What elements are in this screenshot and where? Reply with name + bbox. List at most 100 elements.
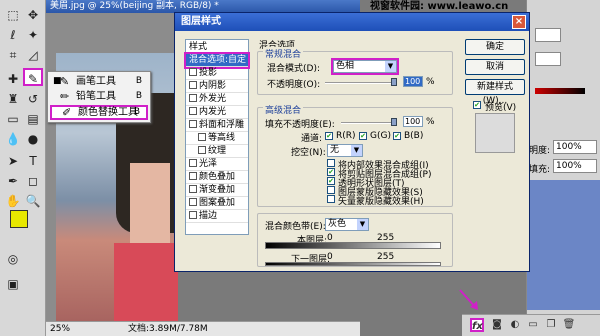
- add-mask-icon[interactable]: ◙: [490, 318, 504, 332]
- style-item-gradient-overlay[interactable]: 渐变叠加: [186, 184, 248, 197]
- dodge-tool-icon[interactable]: ●: [23, 130, 43, 148]
- crop-tool-icon[interactable]: ⌗: [3, 46, 23, 64]
- style-item-label: 颜色叠加: [199, 172, 236, 182]
- layer-opacity-field[interactable]: 100%: [553, 140, 597, 154]
- knockout-label: 挖空(N):: [291, 148, 326, 158]
- checkbox[interactable]: [189, 107, 197, 115]
- style-item-drop-shadow[interactable]: 投影: [186, 67, 248, 80]
- channel-r-checkbox[interactable]: ✔: [325, 132, 333, 140]
- style-item-outer-glow[interactable]: 外发光: [186, 93, 248, 106]
- style-item-inner-glow[interactable]: 内发光: [186, 106, 248, 119]
- style-preview-swatch: [475, 113, 515, 153]
- flyout-item-label: 铅笔工具: [76, 91, 116, 102]
- hand-tool-icon[interactable]: ✋: [3, 192, 23, 210]
- slider-knob[interactable]: [391, 118, 397, 126]
- color-ramp[interactable]: [535, 88, 585, 94]
- style-item-pattern-overlay[interactable]: 图案叠加: [186, 197, 248, 210]
- fill-opacity-input[interactable]: 100: [403, 116, 423, 127]
- checkbox[interactable]: [198, 133, 206, 141]
- brush-tool-icon[interactable]: ✎: [23, 68, 43, 86]
- zoom-level[interactable]: 25%: [50, 322, 70, 336]
- checkbox[interactable]: [189, 68, 197, 76]
- dialog-title[interactable]: 图层样式: [175, 13, 529, 31]
- underlying-layer-gradient[interactable]: [265, 262, 441, 266]
- new-style-button[interactable]: 新建样式(W)...: [465, 79, 525, 106]
- ok-button[interactable]: 确定: [465, 39, 525, 55]
- pen-tool-icon[interactable]: ✒: [3, 172, 23, 190]
- knockout-select[interactable]: 无 ▼: [327, 144, 363, 157]
- slice-tool-icon[interactable]: ◿: [23, 46, 43, 64]
- marquee-tool-icon[interactable]: ⬚: [3, 6, 23, 24]
- add-layer-style-icon[interactable]: fx: [470, 318, 484, 332]
- style-item-contour[interactable]: 等高线: [186, 132, 248, 145]
- document-title: 美眉.jpg @ 25%(beijing 副本, RGB/8) *: [50, 1, 219, 11]
- panel-field[interactable]: [535, 28, 561, 42]
- canvas-area[interactable]: [46, 13, 178, 321]
- style-item-inner-shadow[interactable]: 内阴影: [186, 80, 248, 93]
- option-checkbox[interactable]: ✔: [327, 168, 335, 176]
- channel-g-checkbox[interactable]: ✔: [359, 132, 367, 140]
- blend-if-label: 混合颜色带(E):: [265, 222, 326, 232]
- this-layer-gradient[interactable]: [265, 242, 441, 249]
- flyout-item-brush[interactable]: ■ ✎ 画笔工具 B: [50, 74, 148, 89]
- path-selection-tool-icon[interactable]: ➤: [3, 152, 23, 170]
- fill-opacity-slider[interactable]: [341, 118, 397, 126]
- blend-mode-select[interactable]: 色相 ▼: [331, 58, 399, 75]
- style-item-color-overlay[interactable]: 颜色叠加: [186, 171, 248, 184]
- opacity-input[interactable]: 100: [403, 76, 423, 87]
- opacity-slider[interactable]: [325, 78, 397, 86]
- quick-mask-icon[interactable]: ◎: [3, 250, 23, 268]
- style-item-satin[interactable]: 光泽: [186, 158, 248, 171]
- delete-layer-icon[interactable]: 🗑: [562, 318, 576, 332]
- channel-b-label: B(B): [404, 131, 424, 141]
- option-checkbox[interactable]: [327, 195, 335, 203]
- option-checkbox[interactable]: [327, 159, 335, 167]
- new-layer-icon[interactable]: ❐: [544, 318, 558, 332]
- slider-knob[interactable]: [391, 78, 397, 86]
- magic-wand-tool-icon[interactable]: ✦: [23, 26, 43, 44]
- type-tool-icon[interactable]: T: [23, 152, 43, 170]
- checkbox[interactable]: [189, 120, 197, 128]
- zoom-tool-icon[interactable]: 🔍: [23, 192, 43, 210]
- adjustment-layer-icon[interactable]: ◐: [508, 318, 522, 332]
- flyout-item-pencil[interactable]: ✏ 铅笔工具 B: [50, 89, 148, 104]
- checkbox[interactable]: [189, 211, 197, 219]
- style-item-blending-options[interactable]: 混合选项:自定: [184, 52, 250, 69]
- eraser-tool-icon[interactable]: ▭: [3, 110, 23, 128]
- option-checkbox[interactable]: ✔: [327, 177, 335, 185]
- checkbox[interactable]: [189, 172, 197, 180]
- channel-b-checkbox[interactable]: ✔: [393, 132, 401, 140]
- move-tool-icon[interactable]: ✥: [23, 6, 43, 24]
- screen-mode-icon[interactable]: ▣: [3, 275, 23, 293]
- style-item-texture[interactable]: 纹理: [186, 145, 248, 158]
- general-blending-title: 常规混合: [263, 47, 304, 60]
- checkbox[interactable]: [189, 159, 197, 167]
- checkbox[interactable]: [189, 81, 197, 89]
- layers-list[interactable]: [527, 180, 600, 310]
- clone-stamp-tool-icon[interactable]: ♜: [3, 90, 23, 108]
- style-item-bevel-emboss[interactable]: 斜面和浮雕: [186, 119, 248, 132]
- panel-field[interactable]: [535, 52, 561, 66]
- blend-if-select[interactable]: 灰色 ▼: [325, 218, 369, 231]
- lasso-tool-icon[interactable]: ℓ: [3, 26, 23, 44]
- flyout-item-color-replace[interactable]: ✐ 颜色替换工具 B: [50, 105, 148, 120]
- layer-fill-field[interactable]: 100%: [553, 159, 597, 173]
- option-checkbox[interactable]: [327, 186, 335, 194]
- close-icon[interactable]: ×: [512, 15, 526, 29]
- checkbox[interactable]: [189, 198, 197, 206]
- style-item-stroke[interactable]: 描边: [186, 210, 248, 223]
- checkbox[interactable]: [198, 146, 206, 154]
- checkbox[interactable]: [189, 94, 197, 102]
- styles-header[interactable]: 样式: [186, 40, 248, 54]
- blur-tool-icon[interactable]: 💧: [3, 130, 23, 148]
- history-brush-tool-icon[interactable]: ↺: [23, 90, 43, 108]
- blending-options-panel: 混合选项 常规混合 混合模式(D): 色相 ▼ 不透明度(O): 100 % 高…: [253, 35, 453, 267]
- group-layers-icon[interactable]: ▭: [526, 318, 540, 332]
- shape-tool-icon[interactable]: ◻: [23, 172, 43, 190]
- checkbox[interactable]: [189, 185, 197, 193]
- gradient-tool-icon[interactable]: ▤: [23, 110, 43, 128]
- foreground-color-swatch[interactable]: [10, 210, 28, 228]
- cancel-button[interactable]: 取消: [465, 59, 525, 75]
- healing-brush-tool-icon[interactable]: ✚: [3, 70, 23, 88]
- preview-checkbox[interactable]: ✔: [473, 101, 481, 109]
